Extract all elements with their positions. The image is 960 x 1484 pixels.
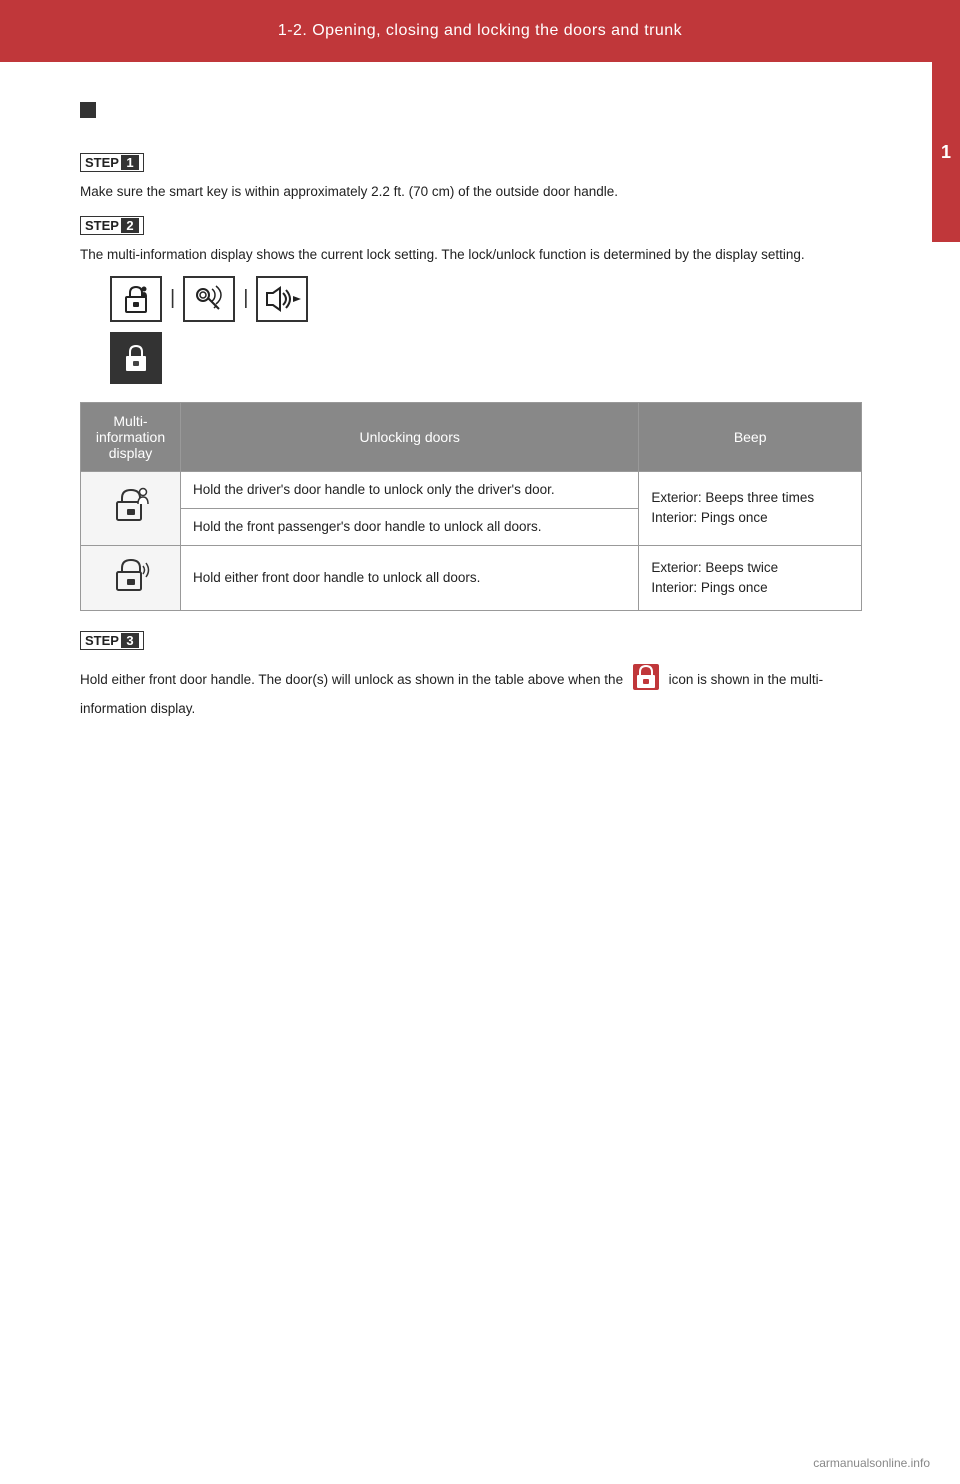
table-cell-unlock-1b: Hold the front passenger's door handle t… — [181, 508, 639, 545]
section-header-icon — [80, 102, 96, 118]
lock-filled-icon-row — [110, 332, 862, 384]
header-bar: 1-2. Opening, closing and locking the do… — [0, 0, 960, 62]
table-cell-icon-2 — [81, 546, 181, 611]
table-cell-unlock-2: Hold either front door handle to unlock … — [181, 546, 639, 611]
step1-description: Make sure the smart key is within approx… — [80, 182, 862, 202]
table-row-2: Hold either front door handle to unlock … — [81, 546, 862, 611]
step3-number: 3 — [121, 633, 139, 648]
table-header-col2: Unlocking doors — [181, 402, 639, 471]
table-cell-unlock-1a: Hold the driver's door handle to unlock … — [181, 471, 639, 508]
step1-label: STEP 1 — [80, 153, 144, 172]
table-lock-partial-icon — [110, 484, 152, 526]
table-row-1: Hold the driver's door handle to unlock … — [81, 471, 862, 508]
speaker-svg — [263, 283, 301, 315]
lock-filled-svg — [120, 342, 152, 374]
step3-description: Hold either front door handle. The door(… — [80, 662, 862, 720]
table-lock-all-icon — [110, 554, 152, 596]
lock-filled-icon — [110, 332, 162, 384]
table-header-col1: Multi-information display — [81, 402, 181, 471]
lock-partial-svg — [120, 283, 152, 315]
footer: carmanualsonline.info — [813, 1456, 930, 1470]
table-cell-beep-1: Exterior: Beeps three times Interior: Pi… — [639, 471, 862, 546]
icon-separator-1: | — [170, 287, 175, 310]
step3-label: STEP 3 — [80, 631, 144, 650]
info-table: Multi-information display Unlocking door… — [80, 402, 862, 612]
key-fob-icon — [183, 276, 235, 322]
step2-icons-row: | | — [110, 276, 862, 322]
step3-lock-icon — [631, 662, 661, 692]
speaker-icon — [256, 276, 308, 322]
table-cell-icon-1 — [81, 471, 181, 546]
footer-url: carmanualsonline.info — [813, 1456, 930, 1470]
table-cell-beep-2: Exterior: Beeps twice Interior: Pings on… — [639, 546, 862, 611]
key-fob-svg — [193, 283, 225, 315]
main-content: STEP 1 Make sure the smart key is within… — [0, 62, 932, 750]
step3-area: STEP 3 Hold either front door handle. Th… — [80, 625, 862, 720]
step2-label: STEP 2 — [80, 216, 144, 235]
table-header-col3: Beep — [639, 402, 862, 471]
icon-separator-2: | — [243, 287, 248, 310]
sidebar-tab: 1 — [932, 62, 960, 242]
step2-description: The multi-information display shows the … — [80, 245, 862, 265]
sidebar-tab-number: 1 — [941, 142, 951, 163]
step1-number: 1 — [121, 155, 139, 170]
lock-partial-icon — [110, 276, 162, 322]
step2-number: 2 — [121, 218, 139, 233]
header-title: 1-2. Opening, closing and locking the do… — [278, 22, 682, 40]
